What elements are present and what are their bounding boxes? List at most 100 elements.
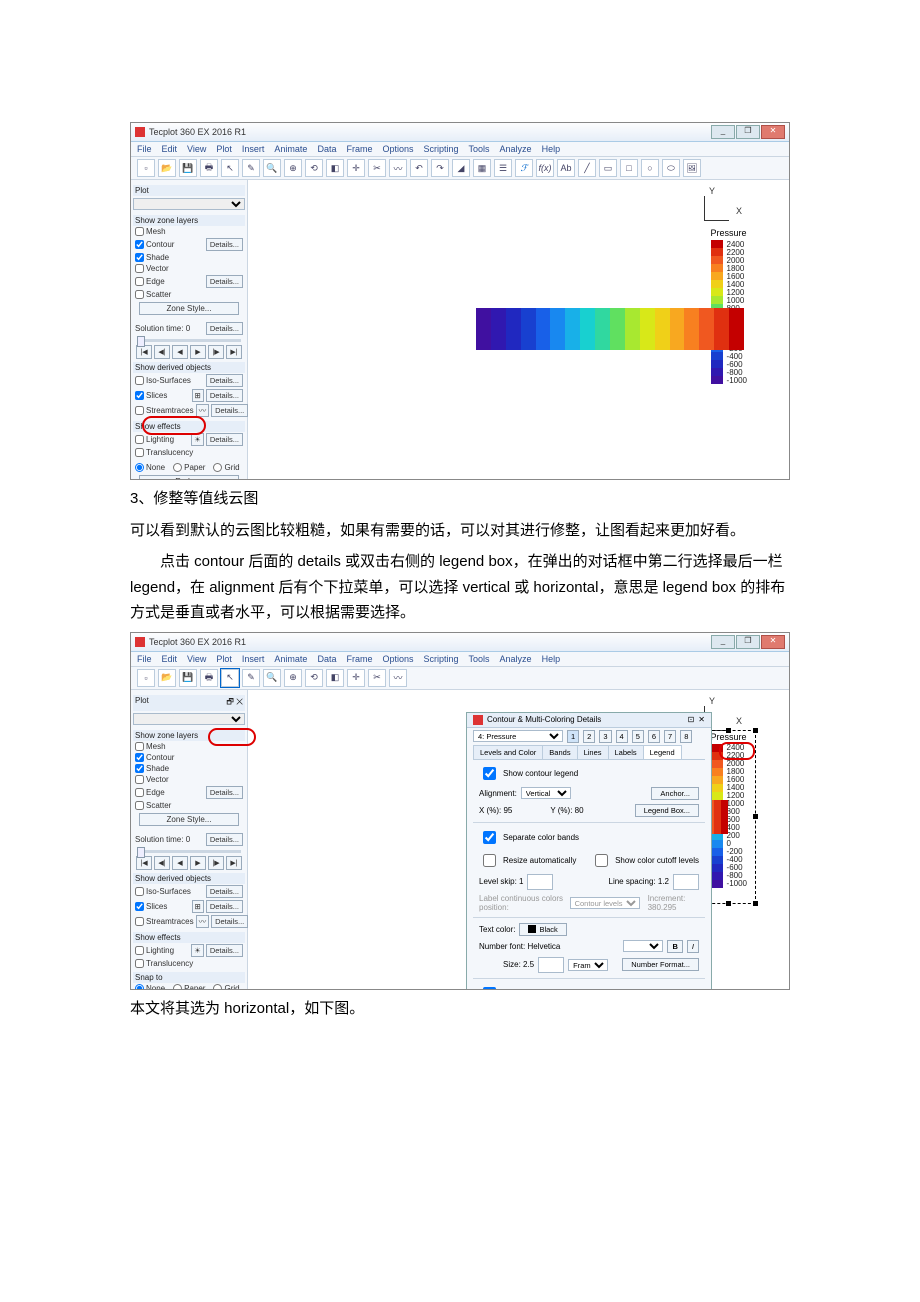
menu-edit[interactable]: Edit xyxy=(162,144,178,154)
italic-button[interactable]: I xyxy=(687,940,699,953)
streamtraces-tool-button[interactable]: 〰 xyxy=(196,404,210,417)
fit-icon[interactable]: ⊕ xyxy=(284,159,302,177)
menu-options[interactable]: Options xyxy=(382,654,413,664)
redraw-button[interactable]: Redraw xyxy=(139,475,239,480)
play-button[interactable]: ▶ xyxy=(190,345,206,359)
snap-paper-radio[interactable] xyxy=(173,984,182,990)
extract-icon[interactable]: ✂ xyxy=(368,159,386,177)
zoom-icon[interactable]: 🔍 xyxy=(263,669,281,687)
isosurfaces-checkbox[interactable] xyxy=(135,887,144,896)
group-4-button[interactable]: 4 xyxy=(616,730,628,743)
group-3-button[interactable]: 3 xyxy=(599,730,611,743)
contour-details-button[interactable]: Details... xyxy=(206,238,243,251)
pressure-legend[interactable]: Pressure 2400220020001800160014001200100… xyxy=(711,228,747,384)
level-skip-input[interactable] xyxy=(527,874,553,890)
adjust-icon[interactable]: ✎ xyxy=(242,669,260,687)
menu-tools[interactable]: Tools xyxy=(469,654,490,664)
snap-grid-radio[interactable] xyxy=(213,463,222,472)
menu-file[interactable]: File xyxy=(137,654,152,664)
edge-checkbox[interactable] xyxy=(135,788,144,797)
scatter-checkbox[interactable] xyxy=(135,290,144,299)
alignment-select[interactable]: Vertical xyxy=(521,787,571,799)
solution-details-button[interactable]: Details... xyxy=(206,833,243,846)
menu-analyze[interactable]: Analyze xyxy=(500,654,532,664)
show-legend-checkbox[interactable] xyxy=(483,767,496,780)
lighting-checkbox[interactable] xyxy=(135,435,144,444)
slice-icon[interactable]: ◧ xyxy=(326,669,344,687)
separate-bands-checkbox[interactable] xyxy=(483,831,496,844)
tab-levels[interactable]: Levels and Color xyxy=(473,745,543,759)
tab-bands[interactable]: Bands xyxy=(542,745,577,759)
vector-checkbox[interactable] xyxy=(135,775,144,784)
label-pos-select[interactable]: Contour levels xyxy=(570,897,640,909)
maximize-button[interactable]: ❐ xyxy=(736,635,760,649)
save-icon[interactable]: 💾 xyxy=(179,159,197,177)
save-icon[interactable]: 💾 xyxy=(179,669,197,687)
streamtrace-icon[interactable]: 〰 xyxy=(389,159,407,177)
menu-view[interactable]: View xyxy=(187,654,206,664)
edge-details-button[interactable]: Details... xyxy=(206,275,243,288)
shade-checkbox[interactable] xyxy=(135,764,144,773)
next-frame-button[interactable]: |▶ xyxy=(208,345,224,359)
minimize-button[interactable]: _ xyxy=(711,125,735,139)
group-8-button[interactable]: 8 xyxy=(680,730,692,743)
menu-scripting[interactable]: Scripting xyxy=(424,654,459,664)
menu-help[interactable]: Help xyxy=(542,654,561,664)
pointer-icon[interactable]: ↖ xyxy=(221,669,239,687)
close-button[interactable]: ✕ xyxy=(761,125,785,139)
zoom-icon[interactable]: 🔍 xyxy=(263,159,281,177)
slice-icon[interactable]: ◧ xyxy=(326,159,344,177)
menu-analyze[interactable]: Analyze xyxy=(500,144,532,154)
rect-icon[interactable]: ▭ xyxy=(599,159,617,177)
text-icon[interactable]: Ab xyxy=(557,159,575,177)
solution-details-button[interactable]: Details... xyxy=(206,322,243,335)
slices-details-button[interactable]: Details... xyxy=(206,389,243,402)
pointer-icon[interactable]: ↖ xyxy=(221,159,239,177)
snap-none-radio[interactable] xyxy=(135,463,144,472)
slices-checkbox[interactable] xyxy=(135,902,144,911)
3d-icon[interactable]: ◢ xyxy=(452,159,470,177)
line-icon[interactable]: ╱ xyxy=(578,159,596,177)
print-icon[interactable]: 🖶 xyxy=(200,669,218,687)
redo-icon[interactable]: ↷ xyxy=(431,159,449,177)
menu-plot[interactable]: Plot xyxy=(216,144,232,154)
isosurfaces-details-button[interactable]: Details... xyxy=(206,374,243,387)
streamtraces-details-button[interactable]: Details... xyxy=(211,404,248,417)
resize-checkbox[interactable] xyxy=(483,854,496,867)
streamtraces-tool-button[interactable]: 〰 xyxy=(196,915,210,928)
lighting-details-button[interactable]: Details... xyxy=(206,944,243,957)
new-icon[interactable]: ▫ xyxy=(137,159,155,177)
isosurfaces-details-button[interactable]: Details... xyxy=(206,885,243,898)
group-2-button[interactable]: 2 xyxy=(583,730,595,743)
dialog-close-button[interactable]: ✕ xyxy=(698,715,705,724)
dialog-pin-button[interactable]: ⊡ xyxy=(688,715,695,724)
xy-icon[interactable]: ▦ xyxy=(473,159,491,177)
streamtraces-details-button[interactable]: Details... xyxy=(211,915,248,928)
menu-plot[interactable]: Plot xyxy=(216,654,232,664)
fx-icon[interactable]: f(x) xyxy=(536,159,554,177)
shade-checkbox[interactable] xyxy=(135,253,144,262)
menu-edit[interactable]: Edit xyxy=(162,654,178,664)
translucency-checkbox[interactable] xyxy=(135,959,144,968)
open-icon[interactable]: 📂 xyxy=(158,669,176,687)
image-icon[interactable]: 🖼 xyxy=(683,159,701,177)
menu-frame[interactable]: Frame xyxy=(346,654,372,664)
undo-icon[interactable]: ↶ xyxy=(410,159,428,177)
first-frame-button[interactable]: |◀ xyxy=(136,856,152,870)
legend-box-button[interactable]: Legend Box... xyxy=(635,804,699,817)
bold-button[interactable]: B xyxy=(667,940,682,953)
menu-animate[interactable]: Animate xyxy=(274,654,307,664)
number-format-button[interactable]: Number Format... xyxy=(622,958,699,971)
menu-data[interactable]: Data xyxy=(317,144,336,154)
plot-canvas[interactable]: YX Pressure 2400220020001800160014001200… xyxy=(248,180,789,470)
anchor-button[interactable]: Anchor... xyxy=(651,787,699,800)
number-font-select[interactable] xyxy=(623,940,663,952)
play-back-button[interactable]: ◀ xyxy=(172,856,188,870)
show-header-checkbox[interactable] xyxy=(483,987,496,990)
tab-legend[interactable]: Legend xyxy=(643,745,682,759)
spreadsheet-icon[interactable]: ☰ xyxy=(494,159,512,177)
play-button[interactable]: ▶ xyxy=(190,856,206,870)
maximize-button[interactable]: ❐ xyxy=(736,125,760,139)
group-1-button[interactable]: 1 xyxy=(567,730,579,743)
open-icon[interactable]: 📂 xyxy=(158,159,176,177)
